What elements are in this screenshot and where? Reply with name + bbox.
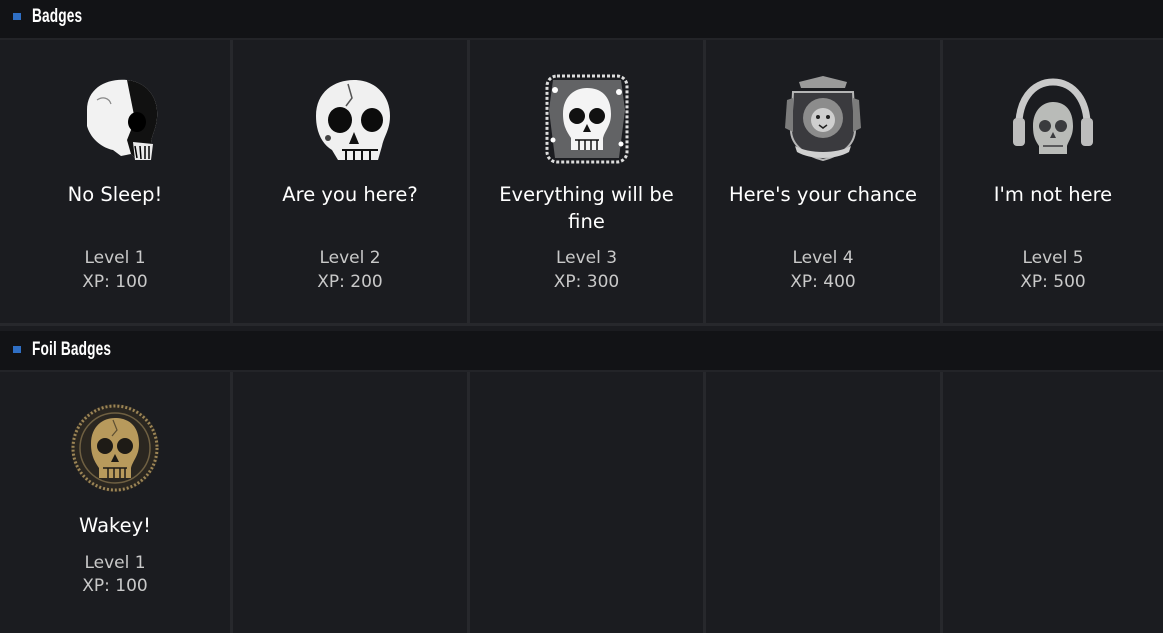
badge-card[interactable]: I'm not here Level 5 XP: 500 [943,40,1163,326]
headphone-skull-icon [1013,78,1093,154]
badge-xp: XP: 500 [1020,272,1086,292]
badge-xp: XP: 100 [82,576,148,596]
badge-name: Wakey! [79,514,151,537]
section-bullet-icon [13,346,21,353]
empty-badge-slot [470,372,706,633]
badge-level: Level 1 [84,248,146,268]
badge-name: Here's your chance [728,183,918,206]
badge-level: Level 3 [555,248,618,268]
empty-badge-slot [706,372,943,633]
badge-card[interactable]: Wakey! Level 1 XP: 100 [0,372,233,633]
badge-name: No Sleep! [67,183,163,206]
foil-badges-grid: Wakey! Level 1 XP: 100 [0,372,1163,633]
lion-crest-icon [785,76,861,162]
badge-name: Are you here? [282,183,418,206]
cracked-skull-icon [316,80,390,160]
badge-name: Everything will be fine [499,183,674,233]
badge-card[interactable]: Here's your chance Level 4 XP: 400 [706,40,943,326]
grunge-skull-icon [545,74,628,164]
badge-card[interactable]: Everything will be fine Level 3 XP: 300 [470,40,706,326]
badge-level: Level 1 [84,553,146,573]
empty-badge-slot [233,372,470,633]
section-header-badges: Badges [0,0,1163,40]
skull-side-icon [87,79,158,160]
badge-level: Level 4 [792,248,854,268]
badge-xp: XP: 200 [317,272,383,292]
empty-badge-slot [943,372,1163,633]
section-header-foil-badges: Foil Badges [0,331,1163,372]
badge-xp: XP: 400 [790,272,856,292]
badge-xp: XP: 300 [553,272,620,292]
badge-level: Level 5 [1022,248,1084,268]
badges-grid: No Sleep! Level 1 XP: 100 Are you here? … [0,40,1163,326]
section-title: Foil Badges [32,339,112,360]
badge-card[interactable]: Are you here? Level 2 XP: 200 [233,40,470,326]
section-title: Badges [32,6,83,27]
badge-xp: XP: 100 [82,272,148,292]
gold-skull-seal-icon [71,404,159,492]
section-bullet-icon [13,13,21,20]
badge-level: Level 2 [319,248,381,268]
badge-name: I'm not here [993,183,1113,206]
badge-card[interactable]: No Sleep! Level 1 XP: 100 [0,40,233,326]
